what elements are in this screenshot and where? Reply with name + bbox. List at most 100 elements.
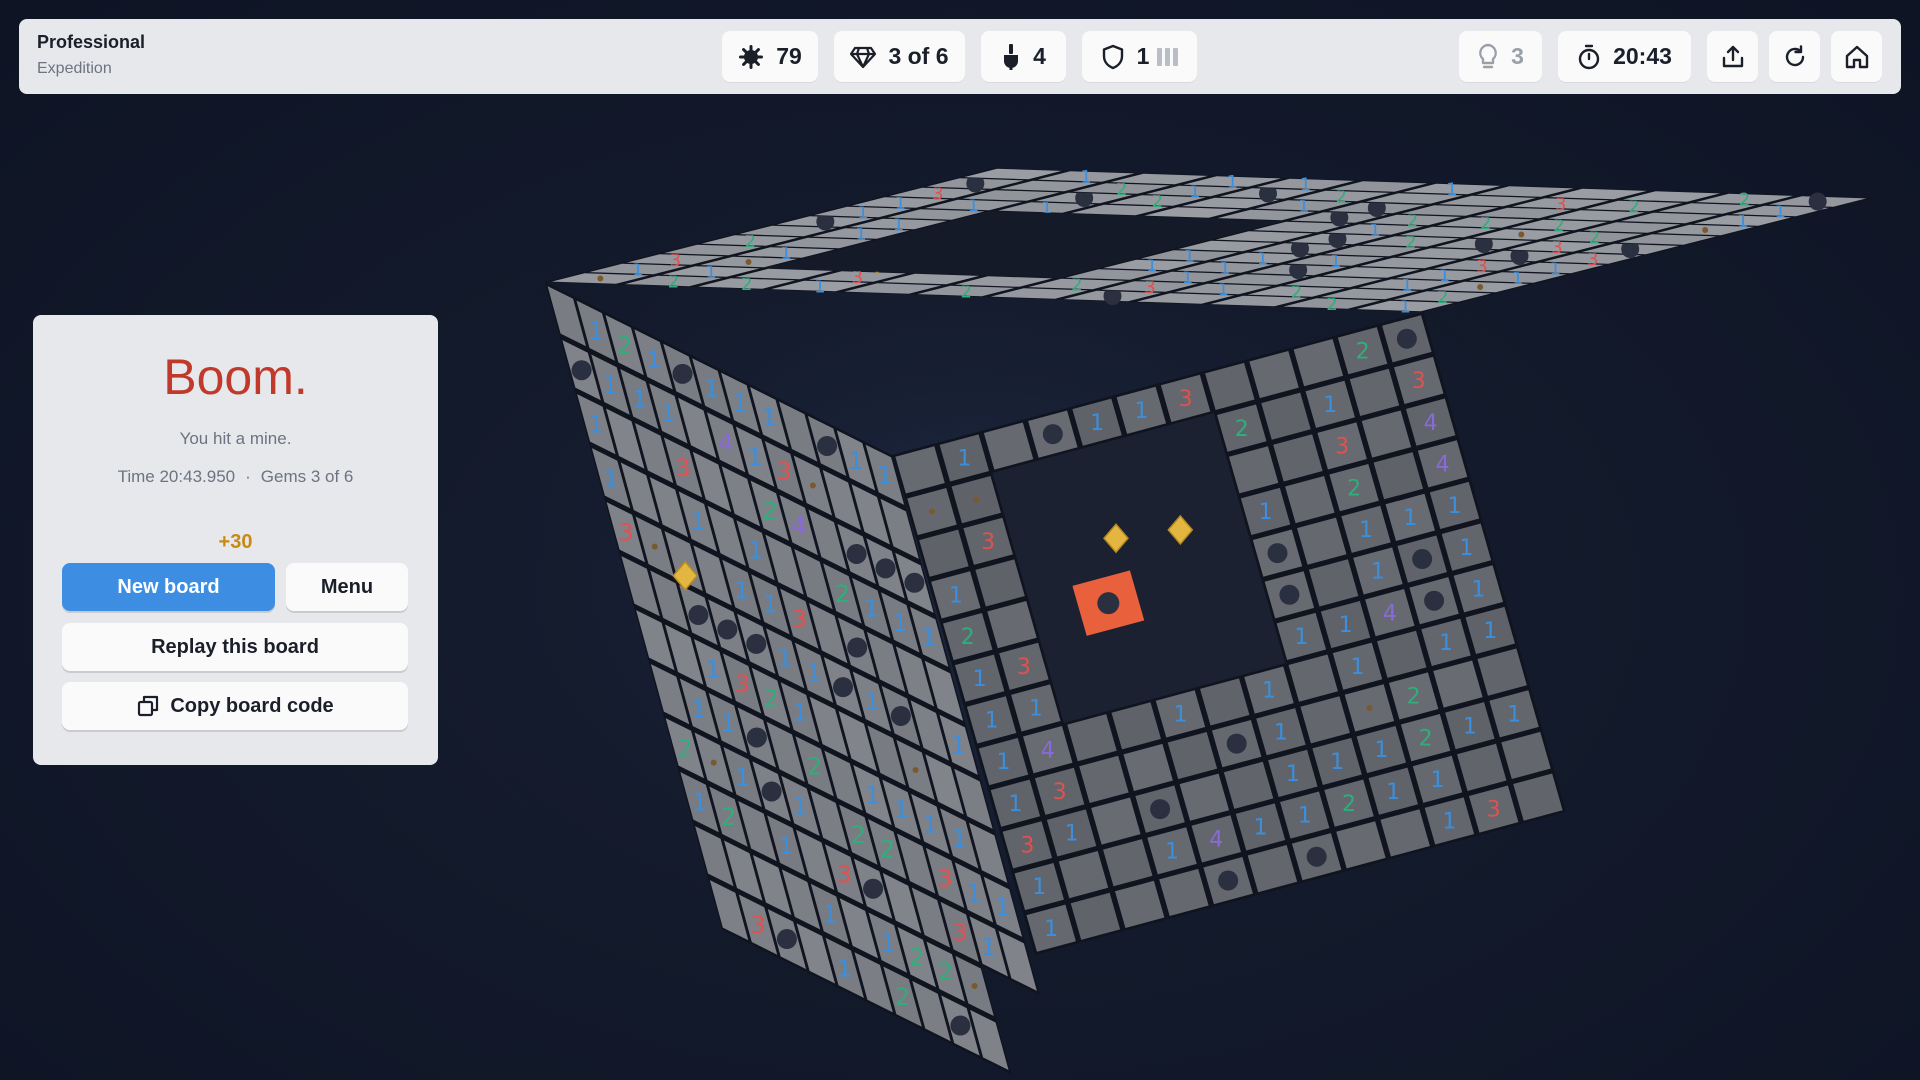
cell-hole: [971, 982, 978, 989]
cell-number: 1: [763, 591, 778, 619]
mode-info: Professional Expedition: [37, 31, 145, 80]
cell-number: 1: [806, 659, 821, 687]
home-icon: [1845, 45, 1868, 68]
cell-number: 3: [675, 454, 690, 482]
share-button[interactable]: [1707, 31, 1758, 82]
cell-number: 3: [792, 605, 807, 633]
cell-number: 2: [1342, 792, 1356, 817]
share-icon: [1722, 45, 1743, 67]
cell-number: 1: [1227, 172, 1238, 193]
cell-number: 1: [691, 695, 706, 723]
cell-number: 3: [776, 458, 791, 486]
home-button[interactable]: [1831, 31, 1882, 82]
cell-number: 1: [957, 447, 971, 472]
cell-number: 1: [949, 584, 963, 609]
cell-number: 3: [981, 530, 995, 555]
mine-marker: [890, 705, 911, 726]
cell-number: 1: [894, 796, 909, 824]
cell-number: 2: [909, 944, 924, 972]
new-board-button[interactable]: New board: [62, 563, 275, 611]
cell-number: 1: [1471, 577, 1485, 602]
cell-number: 4: [1424, 411, 1438, 436]
restart-icon: [1785, 44, 1804, 66]
menu-button[interactable]: Menu: [286, 563, 408, 611]
cell-number: 3: [618, 519, 633, 547]
cell-number: 1: [1044, 917, 1058, 942]
mine-marker: [571, 360, 592, 381]
gems-counter: 3 of 6: [834, 31, 965, 82]
cell-number: 1: [848, 447, 863, 475]
cell-number: 1: [864, 594, 879, 622]
mine-marker: [717, 619, 738, 640]
mine-marker: [1150, 799, 1171, 820]
result-bonus: +30: [218, 531, 253, 553]
result-gems: Gems 3 of 6: [260, 467, 354, 486]
mine-marker: [1306, 846, 1327, 867]
mine-marker: [746, 633, 767, 654]
cell-number: 1: [1032, 875, 1046, 900]
mine-marker: [746, 727, 767, 748]
cell-number: 1: [1090, 411, 1104, 436]
cell-number: 1: [880, 929, 895, 957]
cell-number: 1: [1008, 792, 1022, 817]
cell-number: 1: [1448, 494, 1462, 519]
hints-button[interactable]: 3: [1459, 31, 1542, 82]
cell-number: 1: [985, 709, 999, 734]
cell-number: 1: [589, 411, 604, 439]
cell-number: 1: [1442, 810, 1456, 835]
cell-number: 1: [1065, 822, 1079, 847]
mine-marker: [1808, 192, 1827, 211]
cell-number: 1: [1294, 625, 1308, 650]
cell-number: 2: [721, 803, 736, 831]
gem-icon: [850, 46, 877, 68]
cell-number: 1: [735, 763, 750, 791]
cell-number: 4: [1436, 452, 1450, 477]
cell-number: 1: [966, 879, 981, 907]
cell-number: 1: [973, 667, 987, 692]
cell-number: 1: [720, 709, 735, 737]
cell-number: 1: [734, 576, 749, 604]
mine-marker: [688, 605, 709, 626]
cell-number: 1: [1386, 780, 1400, 805]
cell-number: 4: [1209, 828, 1223, 853]
exploded-mine: [1097, 592, 1120, 615]
cell-number: 4: [1383, 601, 1397, 626]
cell-number: 2: [880, 836, 895, 864]
cell-number: 1: [1359, 518, 1373, 543]
cell-number: 1: [922, 623, 937, 651]
stats-separator: ·: [245, 467, 251, 486]
cell-number: 3: [1020, 834, 1034, 859]
restart-button[interactable]: [1769, 31, 1820, 82]
shields-counter: 1: [1082, 31, 1197, 82]
hints-count: 3: [1511, 43, 1524, 69]
cell-hole: [912, 766, 919, 773]
cell-number: 1: [1507, 702, 1521, 727]
cell-number: 2: [807, 753, 822, 781]
copy-board-code-label: Copy board code: [170, 694, 334, 717]
cell-hole: [1366, 704, 1373, 711]
copy-icon: [138, 695, 159, 717]
result-title: Boom.: [163, 349, 308, 405]
cell-number: 3: [1335, 435, 1349, 460]
cell-number: 1: [995, 893, 1010, 921]
cell-number: 1: [1431, 768, 1445, 793]
cell-number: 1: [1351, 655, 1365, 680]
cell-number: 1: [1029, 697, 1043, 722]
cell-number: 2: [1235, 417, 1249, 442]
mines-count: 79: [776, 43, 802, 69]
cell-number: 2: [617, 331, 632, 359]
replay-button[interactable]: Replay this board: [62, 623, 408, 671]
cell-hole: [651, 543, 658, 550]
cell-number: 3: [1179, 387, 1193, 412]
cell-number: 3: [750, 911, 765, 939]
copy-board-code-button[interactable]: Copy board code: [62, 682, 408, 730]
cell-number: 1: [1174, 703, 1188, 728]
cell-number: 1: [632, 385, 647, 413]
cell-number: 2: [762, 497, 777, 525]
mine-marker: [672, 363, 693, 384]
cell-number: 1: [1274, 720, 1288, 745]
mine-marker: [950, 1015, 971, 1036]
cell-number: 2: [1347, 476, 1361, 501]
cell-number: 4: [1041, 738, 1055, 763]
mine-marker: [833, 677, 853, 698]
